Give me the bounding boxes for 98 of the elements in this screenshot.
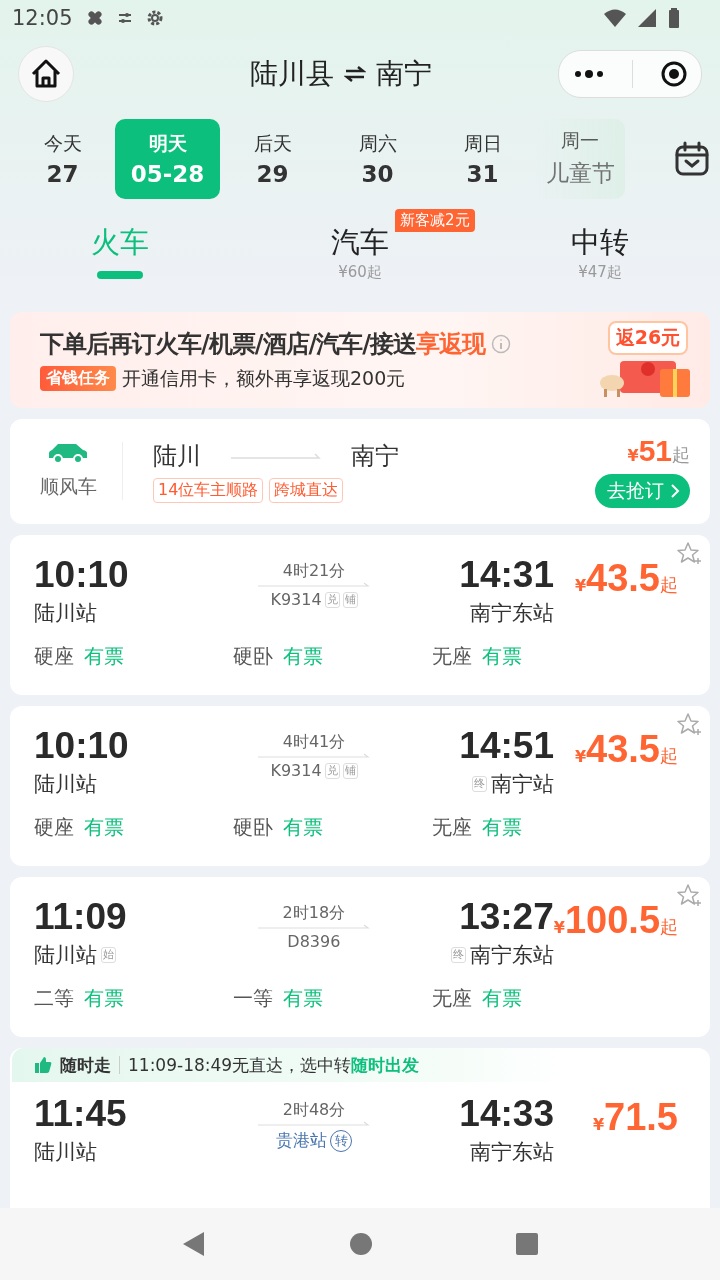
terminus-mark: 终 [450, 947, 466, 963]
ticket-status: 有票 [84, 985, 124, 1012]
promo-title: 下单后再订火车/机票/酒店/汽车/接送享返现 [40, 328, 486, 360]
duration: 4时21分 [282, 561, 346, 582]
terminus-mark: 终 [472, 776, 487, 792]
ticket-status: 有票 [283, 985, 323, 1012]
destination-city: 南宁 [351, 440, 399, 472]
ticket-status: 有票 [283, 643, 323, 670]
price: ¥43.5起 [574, 728, 678, 771]
origin-city: 陆川 [153, 440, 201, 472]
rideshare-card[interactable]: 顺风车 陆川 南宁 14位车主顺路 跨城直达 ¥51起 去抢订 [10, 418, 710, 524]
service-mark: 铺 [342, 762, 358, 779]
arrival-station: 南宁站 [491, 771, 554, 798]
departure-time: 10:10 [34, 553, 130, 597]
departure-station: 陆川站 [34, 771, 97, 798]
ticket-status: 有票 [283, 814, 323, 841]
price: ¥71.5 [592, 1096, 678, 1139]
seat-class: 无座 [432, 814, 472, 841]
rideshare-label: 顺风车 [39, 474, 97, 500]
price: ¥43.5起 [574, 557, 678, 600]
train-number: K9314 [270, 590, 322, 609]
reward-badge: 返26元 [607, 320, 689, 355]
signal-icon [638, 9, 656, 27]
duration: 2时48分 [282, 1100, 346, 1121]
favorite-star-icon[interactable] [676, 541, 702, 567]
promo-tag: 省钱任务 [40, 366, 116, 392]
destination-city: 南宁 [376, 56, 432, 92]
arrival-station: 南宁东站 [470, 1139, 554, 1166]
transport-tab[interactable]: 中转 ¥47起 [480, 223, 720, 295]
battery-icon [668, 8, 680, 28]
chevron-icon [670, 483, 680, 500]
promo-banner[interactable]: 下单后再订火车/机票/酒店/汽车/接送享返现 省钱任务 开通信用卡，额外再享返现200元 返26元 [10, 312, 710, 408]
train-card[interactable]: 11:09 陆川站 始 2时18分 D8396 13:27 终 南宁东站 ¥100.5起 二等 有票 一等 有票 无座 有票 [10, 877, 710, 1037]
target-icon[interactable] [659, 60, 688, 88]
transfer-station: 贵港站 [276, 1129, 327, 1152]
tip-label: 随时走 [60, 1053, 111, 1077]
price: ¥51起 [627, 434, 690, 469]
arrival-time: 14:33 [459, 1092, 554, 1136]
train-card[interactable]: 10:10 陆川站 4时41分 K9314 兑 铺 14:51 终 南宁站 ¥43.5起 硬座 有票 硬卧 有票 无座 有票 [10, 706, 710, 866]
arrival-station: 南宁东站 [469, 942, 554, 969]
ticket-status: 有票 [84, 643, 124, 670]
discount-badge: 新客减2元 [395, 209, 475, 232]
arrival-time: 14:31 [459, 553, 554, 597]
arrival-time: 13:27 [459, 895, 554, 939]
sliders-icon [116, 11, 133, 25]
car-icon [47, 442, 89, 465]
promo-text: 开通信用卡，额外再享返现200元 [122, 365, 406, 391]
train-card[interactable]: 随时走 11:09-18:49无直达，选中转随时出发 11:45 陆川站 2时48分 贵港站 转 14:33 南宁东站 ¥71.5 [10, 1048, 710, 1208]
date-tab[interactable]: 今天 27 [10, 118, 115, 199]
date-tab[interactable]: 周日 31 [430, 118, 535, 199]
duration: 2时18分 [282, 903, 346, 924]
favorite-star-icon[interactable] [676, 883, 702, 909]
duration: 4时41分 [282, 732, 346, 753]
seat-class: 硬卧 [233, 643, 273, 670]
ticket-status: 有票 [482, 814, 522, 841]
seat-class: 无座 [432, 643, 472, 670]
departure-time: 11:45 [34, 1092, 128, 1136]
seat-class: 无座 [432, 985, 472, 1012]
favorite-star-icon[interactable] [676, 712, 702, 738]
date-tab[interactable]: 周六 30 [325, 118, 430, 199]
seat-class: 硬卧 [233, 814, 273, 841]
date-tab[interactable]: 后天 29 [220, 118, 325, 199]
train-number: K9314 [270, 761, 322, 780]
home-icon[interactable] [350, 1233, 372, 1255]
status-time: 12:05 [12, 6, 73, 30]
seat-class: 二等 [34, 985, 74, 1012]
service-mark: 兑 [324, 762, 340, 779]
seat-class: 硬座 [34, 814, 74, 841]
departure-time: 11:09 [34, 895, 128, 939]
house-icon [29, 57, 63, 91]
ticket-status: 有票 [84, 814, 124, 841]
swap-icon[interactable] [344, 65, 366, 83]
wifi-icon [604, 9, 626, 27]
tip-text: 11:09-18:49无直达，选中转随时出发 [128, 1053, 420, 1077]
origin-mark: 始 [101, 947, 116, 963]
origin-city: 陆川县 [250, 56, 334, 92]
arrival-station: 南宁东站 [470, 600, 554, 627]
seat-class: 硬座 [34, 643, 74, 670]
seat-class: 一等 [233, 985, 273, 1012]
calendar-icon[interactable] [674, 140, 710, 177]
thumbs-up-icon [34, 1056, 52, 1074]
feature-tag: 跨城直达 [269, 477, 344, 503]
departure-station: 陆川站 [34, 1139, 97, 1166]
departure-station: 陆川站 [34, 600, 97, 627]
ticket-status: 有票 [482, 643, 522, 670]
service-mark: 兑 [324, 591, 340, 608]
train-card[interactable]: 10:10 陆川站 4时21分 K9314 兑 铺 14:31 南宁东站 ¥43.5起 硬座 有票 硬卧 有票 无座 有票 [10, 535, 710, 695]
feature-tag: 14位车主顺路 [153, 477, 264, 503]
service-mark: 铺 [342, 591, 358, 608]
train-number: D8396 [287, 932, 341, 951]
more-icon[interactable] [572, 69, 605, 79]
price: ¥100.5起 [553, 899, 678, 942]
departure-time: 10:10 [34, 724, 130, 768]
ticket-status: 有票 [482, 985, 522, 1012]
departure-station: 陆川站 [34, 942, 97, 969]
arrival-time: 14:51 [459, 724, 554, 768]
back-icon[interactable] [182, 1231, 206, 1257]
home-button[interactable] [18, 46, 74, 102]
